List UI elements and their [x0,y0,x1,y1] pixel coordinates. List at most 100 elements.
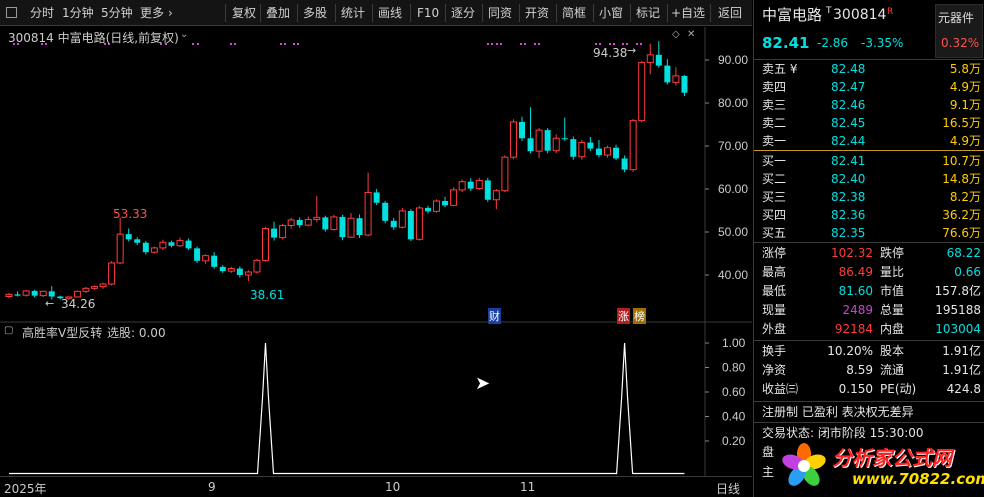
ask-row[interactable]: 卖五 ¥ 82.48 5.8万 [754,60,984,79]
signal-dot [520,43,522,45]
bid-row[interactable]: 买一 82.41 10.7万 [754,152,984,171]
candle-body [39,290,47,297]
candle [253,258,261,274]
tab-1min[interactable]: 1分钟 [62,4,94,22]
candle [142,241,149,255]
limit-up-marker[interactable]: 涨 [617,308,630,324]
candle [236,266,243,278]
candle-body [570,139,577,157]
candle [159,239,167,251]
x-label-nov: 11 [520,480,536,494]
stat-label: 市值 [880,284,905,298]
close-icon[interactable]: ✕ [687,29,695,40]
kline-chart[interactable]: 90.00 80.00 70.00 60.00 50.00 40.00 [0,27,752,323]
draw-line-button[interactable]: 画线 [378,4,402,22]
ask-volume: 4.9万 [949,134,981,148]
ask-row[interactable]: 卖一 82.44 4.9万 [754,132,984,151]
candle-body [519,121,525,139]
x-label-sep: 9 [208,480,216,494]
candle-body [313,216,321,221]
tab-fenshi[interactable]: 分时 [30,4,54,22]
candle-body [219,266,226,272]
candle [544,127,551,154]
overlay-button[interactable]: 叠加 [266,4,290,22]
candle [527,107,534,154]
bid-row[interactable]: 买三 82.38 8.2万 [754,188,984,207]
candle [509,119,517,160]
indicator-select-value: 选股: 0.00 [107,326,166,340]
indicator-title: 高胜率V型反转 [22,326,103,340]
layout-toggle-icon[interactable] [6,7,17,18]
chevron-right-icon[interactable]: › [168,4,173,22]
tongzi-button[interactable]: 同资 [488,4,512,22]
bid-label: 买四 [762,208,787,222]
per-minute-button[interactable]: 逐分 [451,4,475,22]
multi-stock-button[interactable]: 多股 [303,4,327,22]
ask-row[interactable]: 卖四 82.47 4.9万 [754,78,984,97]
price-axis-ticks: 90.00 80.00 70.00 60.00 50.00 40.00 [705,53,748,282]
candle-body [271,228,278,238]
current-price: 82.41 [762,34,810,52]
stat-label: 量比 [880,265,905,279]
fuquan-button[interactable]: 复权 [232,4,256,22]
f10-button[interactable]: F10 [417,4,439,22]
stat-label: 净资 [762,363,787,377]
simple-frame-button[interactable]: 简框 [562,4,586,22]
indicator-pane[interactable]: 1.00 0.80 0.60 0.40 0.20 ▢ 高胜率V型反转 选股: 0.00 … [0,323,752,476]
candle-body [168,242,175,246]
candle [578,139,586,160]
candle-body [535,129,543,152]
ask-price: 82.48 [831,62,866,76]
square-icon[interactable]: ▢ [4,325,13,336]
zhu-label: 主 [762,465,775,479]
dragon-tiger-marker[interactable]: 榜 [633,308,646,324]
indicator-axis-ticks: 1.00 0.80 0.60 0.40 0.20 [705,336,746,448]
candle-body [347,217,355,238]
indicator-tick-label: 0.40 [722,410,746,424]
candle [271,221,278,241]
candle-body [330,216,338,230]
ask-label: 卖一 [762,134,787,148]
finance-marker[interactable]: 财 [488,308,501,324]
signal-dot [636,43,638,45]
candle [424,205,431,214]
signal-dot [524,43,526,45]
candle-body [322,217,329,230]
tab-5min[interactable]: 5分钟 [101,4,133,22]
bid-row[interactable]: 买二 82.40 14.8万 [754,170,984,189]
bid-label: 买三 [762,190,787,204]
price-change: -2.86 [817,36,849,50]
candle [467,178,474,191]
price-change-pct: -3.35% [861,36,904,50]
x-label-year: 2025年 [4,482,47,496]
bid-row[interactable]: 买五 82.35 76.6万 [754,224,984,243]
diamond-icon[interactable]: ◇ [672,29,680,40]
stats-button[interactable]: 统计 [341,4,365,22]
register-info: 注册制 已盈利 表决权无差异 [762,405,914,419]
small-window-button[interactable]: 小窗 [599,4,623,22]
back-button[interactable]: 返回 [718,4,742,22]
chart-toolbar: 分时 1分钟 5分钟 更多 › 复权 叠加 多股 统计 画线 F10 逐分 同资… [0,0,752,26]
bid-row[interactable]: 买四 82.36 36.2万 [754,206,984,225]
kaizi-button[interactable]: 开资 [525,4,549,22]
candle-body [561,138,568,140]
ask-label: 卖五 ¥ [762,62,798,76]
stat-value: 8.59 [846,363,873,377]
time-axis: 2025年 9 10 11 日线 [0,476,752,497]
candle [458,179,466,193]
stats-row: 最低 81.60 市值 157.8亿 [754,282,984,301]
mark-button[interactable]: 标记 [636,4,660,22]
candle [227,266,235,273]
period-selector[interactable]: 日线 [716,480,740,497]
stat-label: PE(动) [880,382,917,396]
tab-more[interactable]: 更多 [140,4,164,22]
ask-price: 82.46 [831,98,866,112]
candle [194,246,201,263]
candle-body [262,228,269,261]
pan-label: 盘 [762,445,775,459]
chevron-down-icon[interactable]: ⌄ [180,29,188,40]
add-watchlist-button[interactable]: +自选 [671,4,705,22]
fundamentals-row: 净资 8.59 流通 1.91亿 [754,361,984,380]
ask-row[interactable]: 卖三 82.46 9.1万 [754,96,984,115]
ask-row[interactable]: 卖二 82.45 16.5万 [754,114,984,133]
